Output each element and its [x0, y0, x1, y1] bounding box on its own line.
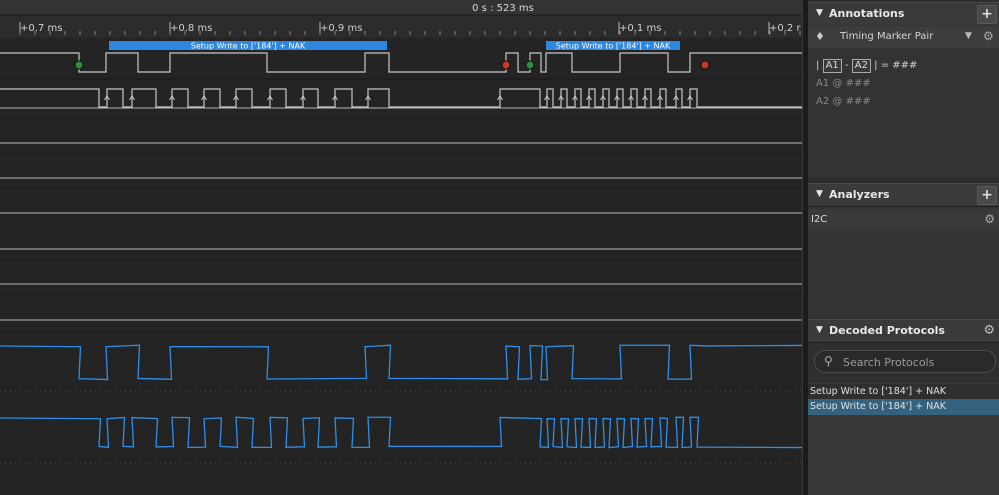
- clock-edge-arrows: [104, 95, 693, 101]
- minus-sign: -: [844, 60, 849, 71]
- scl-analog-waveform: [0, 416, 802, 449]
- collapse-triangle-icon[interactable]: ▼: [816, 325, 823, 335]
- waveform-view[interactable]: 0 s : 523 ms +0.7 ms +0.8 ms +0.9 ms +0.…: [0, 0, 802, 495]
- decoded-protocols-title: Decoded Protocols: [829, 324, 945, 337]
- decoded-list-empty-area: [808, 415, 999, 495]
- marker-pair-name: Timing Marker Pair: [840, 31, 934, 42]
- sda-digital-waveform: [0, 52, 802, 73]
- marker-a1-line: A1 @ ###: [816, 78, 871, 89]
- decoded-row[interactable]: Setup Write to ['184'] + NAK: [808, 383, 999, 400]
- scl-digital-waveform: [0, 88, 802, 108]
- ruler-tick-label: +0.1 ms: [619, 23, 661, 34]
- ruler-tick-label: +0.7 ms: [20, 23, 62, 34]
- collapse-triangle-icon[interactable]: ▼: [816, 8, 823, 18]
- ruler-tick: +0.8 ms: [169, 22, 212, 34]
- at-sign: @: [832, 96, 843, 107]
- marker-a1-label: A1: [816, 78, 830, 89]
- ruler-tick: +0.7 ms: [19, 22, 62, 34]
- protocol-bubble-label: Setup Write to ['184'] + NAK: [191, 42, 306, 51]
- timing-marker-pair-row[interactable]: ♦ Timing Marker Pair ▼ ⚙: [808, 26, 999, 48]
- side-panel: ▼ Annotations + ♦ Timing Marker Pair ▼ ⚙…: [808, 0, 999, 495]
- protocol-bubble[interactable]: Setup Write to ['184'] + NAK: [546, 41, 680, 51]
- divider-bar: |: [816, 60, 820, 71]
- collapse-triangle-icon[interactable]: ▼: [816, 189, 823, 199]
- decoded-row-selected[interactable]: Setup Write to ['184'] + NAK: [808, 399, 999, 415]
- analyzers-header[interactable]: ▼ Analyzers +: [808, 183, 999, 207]
- analyzer-item-i2c[interactable]: I2C ⚙: [808, 209, 999, 231]
- annotations-header[interactable]: ▼ Annotations +: [808, 2, 999, 26]
- decoded-row-text: Setup Write to ['184'] + NAK: [810, 401, 946, 412]
- marker-a2-box[interactable]: A2: [851, 59, 871, 73]
- marker-a1-value: ###: [845, 78, 871, 89]
- marker-delta-line: | A1 - A2 | = ###: [816, 59, 917, 73]
- start-condition-marker: [74, 60, 84, 70]
- marker-pin-icon[interactable]: ♦: [815, 30, 825, 43]
- analyzers-title: Analyzers: [829, 188, 890, 201]
- marker-a2-line: A2 @ ###: [816, 96, 871, 107]
- stop-condition-marker: [700, 60, 710, 70]
- ruler-tick-label: +0.8 ms: [170, 23, 212, 34]
- marker-a1-box[interactable]: A1: [822, 59, 842, 73]
- ruler-tick-label: +0.9 ms: [320, 23, 362, 34]
- add-annotation-button[interactable]: +: [977, 5, 997, 24]
- marker-delta-value: = ###: [880, 60, 918, 71]
- protocol-bubble-label: Setup Write to ['184'] + NAK: [556, 42, 671, 51]
- analyzer-name: I2C: [811, 214, 828, 225]
- channel-rows: [0, 78, 802, 473]
- decoded-row-text: Setup Write to ['184'] + NAK: [810, 386, 946, 397]
- marker-a2-label: A2: [816, 96, 830, 107]
- gear-icon[interactable]: ⚙: [983, 323, 995, 338]
- divider-bar: |: [874, 60, 878, 71]
- stop-condition-marker: [501, 60, 511, 70]
- add-analyzer-button[interactable]: +: [977, 186, 997, 205]
- sda-analog-waveform: [0, 344, 802, 381]
- search-icon: ⚲: [824, 354, 833, 368]
- ruler-tick: +0.1 ms: [618, 22, 661, 34]
- search-input[interactable]: [841, 353, 993, 371]
- protocol-bubble[interactable]: Setup Write to ['184'] + NAK: [109, 41, 387, 51]
- gear-icon[interactable]: ⚙: [983, 29, 994, 43]
- start-condition-marker: [525, 60, 535, 70]
- annotations-title: Annotations: [829, 7, 905, 20]
- marker-a2-value: ###: [845, 96, 871, 107]
- at-sign: @: [832, 78, 843, 89]
- gear-icon[interactable]: ⚙: [984, 212, 995, 226]
- search-protocols-box[interactable]: ⚲: [814, 350, 996, 373]
- ruler-tick: +0.9 ms: [319, 22, 362, 34]
- dropdown-triangle-icon[interactable]: ▼: [965, 31, 972, 41]
- waveform-canvas[interactable]: 0 s : 523 ms +0.7 ms +0.8 ms +0.9 ms +0.…: [0, 0, 802, 495]
- time-ruler-top: [0, 0, 802, 15]
- decoded-protocols-header[interactable]: ▼ Decoded Protocols ⚙: [808, 319, 999, 343]
- center-time-label: 0 s : 523 ms: [472, 3, 534, 14]
